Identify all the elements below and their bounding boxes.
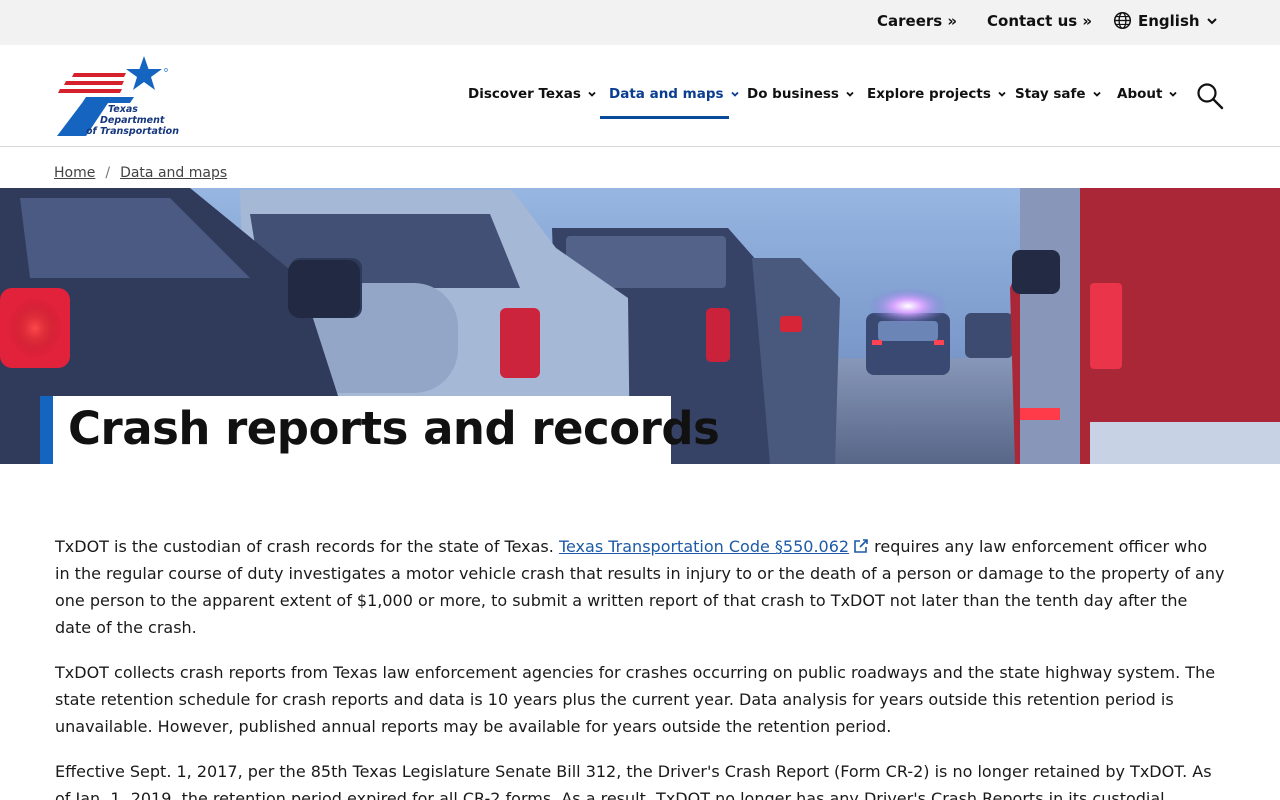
nav-about[interactable]: About bbox=[1117, 86, 1178, 102]
nav-explore-projects[interactable]: Explore projects bbox=[867, 86, 1007, 102]
careers-link[interactable]: Careers » bbox=[877, 12, 957, 30]
chevron-down-icon bbox=[730, 91, 739, 97]
nav-label: Explore projects bbox=[867, 86, 991, 102]
chevron-down-icon bbox=[1169, 91, 1178, 97]
nav-label: Do business bbox=[747, 86, 839, 102]
main-content: TxDOT is the custodian of crash records … bbox=[55, 533, 1225, 800]
search-button[interactable] bbox=[1196, 82, 1224, 110]
breadcrumb: Home / Data and maps bbox=[54, 165, 227, 181]
paragraph-custodian: TxDOT is the custodian of crash records … bbox=[55, 533, 1225, 641]
breadcrumb-separator: / bbox=[105, 165, 111, 181]
chevron-down-icon bbox=[846, 91, 854, 97]
chevron-down-icon bbox=[1206, 17, 1217, 24]
site-header: Texas Department of Transportation Disco… bbox=[0, 45, 1280, 147]
chevron-down-icon bbox=[588, 91, 596, 97]
logo-text-department: Department bbox=[100, 115, 165, 126]
search-icon bbox=[1197, 83, 1224, 110]
active-nav-underline bbox=[600, 116, 729, 119]
logo-text-transportation: of Transportation bbox=[86, 126, 179, 137]
nav-label: Discover Texas bbox=[468, 86, 581, 102]
globe-icon bbox=[1113, 11, 1132, 30]
language-label: English bbox=[1138, 11, 1200, 30]
nav-label: Stay safe bbox=[1015, 86, 1086, 102]
breadcrumb-home-link[interactable]: Home bbox=[54, 165, 95, 181]
language-selector[interactable]: English bbox=[1113, 11, 1218, 30]
contact-us-link[interactable]: Contact us » bbox=[987, 12, 1092, 30]
breadcrumb-data-and-maps-link[interactable]: Data and maps bbox=[120, 165, 227, 181]
nav-label: Data and maps bbox=[609, 86, 724, 102]
chevron-down-icon bbox=[998, 91, 1006, 97]
utility-bar: Careers » Contact us » English bbox=[0, 0, 1280, 45]
nav-do-business[interactable]: Do business bbox=[747, 86, 855, 102]
paragraph-collection: TxDOT collects crash reports from Texas … bbox=[55, 663, 1216, 736]
chevron-down-icon bbox=[1092, 91, 1101, 97]
paragraph-text: TxDOT is the custodian of crash records … bbox=[55, 537, 559, 556]
page-title-box: Crash reports and records bbox=[40, 396, 720, 464]
nav-label: About bbox=[1117, 86, 1163, 102]
nav-discover-texas[interactable]: Discover Texas bbox=[468, 86, 597, 102]
nav-stay-safe[interactable]: Stay safe bbox=[1015, 86, 1102, 102]
nav-data-and-maps[interactable]: Data and maps bbox=[609, 86, 740, 102]
page-title: Crash reports and records bbox=[68, 402, 720, 455]
transportation-code-link[interactable]: Texas Transportation Code §550.062 bbox=[559, 537, 869, 556]
link-text: Texas Transportation Code §550.062 bbox=[558, 537, 850, 556]
txdot-logo[interactable]: Texas Department of Transportation bbox=[56, 53, 179, 139]
logo-text-texas: Texas bbox=[108, 104, 138, 115]
paragraph-cr2: Effective Sept. 1, 2017, per the 85th Te… bbox=[55, 762, 1212, 800]
external-link-icon bbox=[854, 539, 868, 553]
